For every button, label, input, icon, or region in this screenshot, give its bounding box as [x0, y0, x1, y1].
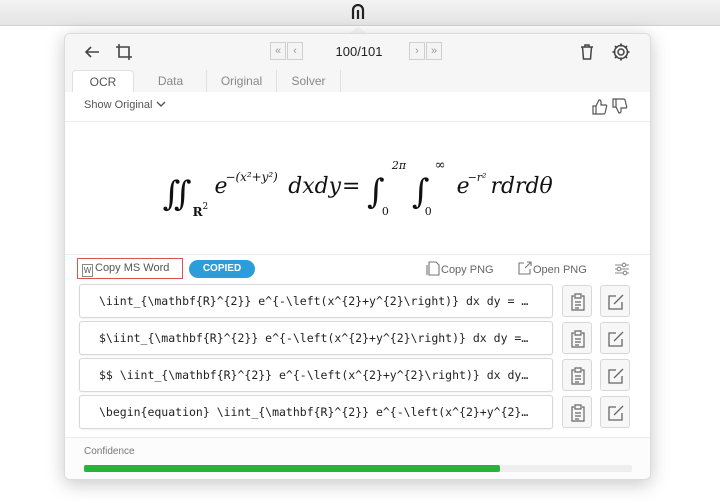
clipboard-icon	[571, 367, 585, 385]
edit-icon	[608, 405, 624, 421]
svg-text:0: 0	[425, 205, 432, 218]
latex-text[interactable]: \begin{equation} \iint_{\mathbf{R}^{2}} …	[79, 395, 553, 429]
tab-solver[interactable]: Solver	[277, 70, 341, 92]
tab-data[interactable]: Data	[135, 70, 207, 92]
formula-render: ∬ R 2 e −(x²+y²) dxdy = ∫ 2π 0 ∫ ∞ 0 e −…	[163, 158, 553, 219]
clipboard-icon	[571, 293, 585, 311]
prev-page-icon[interactable]: ‹	[287, 42, 303, 60]
rendered-formula: ∬ R 2 e −(x²+y²) dxdy = ∫ 2π 0 ∫ ∞ 0 e −…	[65, 123, 650, 253]
first-page-icon[interactable]: «	[270, 42, 286, 60]
svg-text:∬: ∬	[163, 174, 192, 213]
latex-row: $$ \iint_{\mathbf{R}^{2}} e^{-\left(x^{2…	[65, 358, 650, 392]
svg-text:dxdy: dxdy	[288, 174, 341, 199]
latex-text[interactable]: $\iint_{\mathbf{R}^{2}} e^{-\left(x^{2}+…	[79, 321, 553, 355]
copy-latex-button[interactable]	[562, 359, 592, 391]
latex-text[interactable]: \iint_{\mathbf{R}^{2}} e^{-\left(x^{2}+y…	[79, 284, 553, 318]
show-original-label: Show Original	[84, 99, 153, 111]
gear-icon[interactable]	[611, 42, 631, 62]
tab-bar: OCR Data Original Solver	[65, 70, 650, 92]
sub-toolbar: Show Original	[65, 92, 650, 122]
show-original-toggle[interactable]: Show Original	[84, 99, 166, 111]
copy-latex-button[interactable]	[562, 322, 592, 354]
confidence-bar-fill	[84, 465, 501, 472]
crop-icon[interactable]	[114, 42, 134, 62]
copy-latex-button[interactable]	[562, 285, 592, 317]
thumbs-down-icon[interactable]	[611, 98, 628, 115]
edit-icon	[608, 368, 624, 384]
latex-text[interactable]: $$ \iint_{\mathbf{R}^{2}} e^{-\left(x^{2…	[79, 358, 553, 392]
page-counter: 100/101	[335, 44, 383, 59]
word-doc-icon: W	[82, 264, 93, 277]
svg-text:∞: ∞	[435, 158, 446, 173]
action-row: W Copy MS Word COPIED Copy PNG Open PNG	[65, 254, 650, 282]
svg-text:0: 0	[382, 205, 389, 218]
edit-icon	[608, 331, 624, 347]
copy-ms-word-label: Copy MS Word	[95, 262, 170, 274]
clipboard-icon	[571, 404, 585, 422]
svg-text:rdrdθ: rdrdθ	[491, 174, 553, 199]
copy-png-label: Copy PNG	[441, 264, 494, 276]
menu-bar	[0, 0, 720, 26]
copy-png-button[interactable]: Copy PNG	[426, 261, 494, 276]
chevron-down-icon	[156, 101, 166, 107]
tab-ocr[interactable]: OCR	[72, 70, 134, 92]
latex-row: $\iint_{\mathbf{R}^{2}} e^{-\left(x^{2}+…	[65, 321, 650, 355]
next-page-icon[interactable]: ›	[409, 42, 425, 60]
clipboard-icon	[571, 330, 585, 348]
settings-sliders-icon[interactable]	[614, 261, 630, 277]
mathpix-panel: « ‹ 100/101 › » OCR Data Original Solver…	[64, 33, 651, 480]
copy-png-icon	[426, 261, 440, 276]
open-png-icon	[518, 261, 532, 275]
last-page-icon[interactable]: »	[426, 42, 442, 60]
svg-text:−(x²+y²): −(x²+y²)	[225, 170, 278, 184]
toolbar: « ‹ 100/101 › »	[65, 34, 650, 70]
copy-ms-word-button[interactable]: W Copy MS Word	[77, 258, 183, 279]
copy-latex-button[interactable]	[562, 396, 592, 428]
edit-latex-button[interactable]	[600, 396, 630, 428]
trash-icon[interactable]	[577, 42, 597, 62]
copied-badge: COPIED	[189, 260, 255, 278]
latex-row: \iint_{\mathbf{R}^{2}} e^{-\left(x^{2}+y…	[65, 284, 650, 318]
app-menubar-icon[interactable]	[349, 4, 367, 22]
latex-row: \begin{equation} \iint_{\mathbf{R}^{2}} …	[65, 395, 650, 429]
svg-text:2: 2	[203, 202, 209, 212]
svg-text:R: R	[193, 205, 203, 219]
svg-text:=: =	[342, 174, 360, 199]
edit-latex-button[interactable]	[600, 322, 630, 354]
edit-icon	[608, 294, 624, 310]
svg-text:−r²: −r²	[468, 171, 487, 184]
edit-latex-button[interactable]	[600, 285, 630, 317]
confidence-bar-track	[84, 465, 632, 472]
thumbs-up-icon[interactable]	[591, 98, 608, 115]
svg-text:2π: 2π	[391, 159, 407, 172]
confidence-section: Confidence	[65, 437, 650, 479]
tab-original[interactable]: Original	[207, 70, 277, 92]
back-arrow-icon[interactable]	[82, 42, 102, 62]
edit-latex-button[interactable]	[600, 359, 630, 391]
confidence-label: Confidence	[84, 446, 135, 457]
open-png-label: Open PNG	[533, 264, 587, 276]
open-png-button[interactable]: Open PNG	[517, 261, 587, 276]
